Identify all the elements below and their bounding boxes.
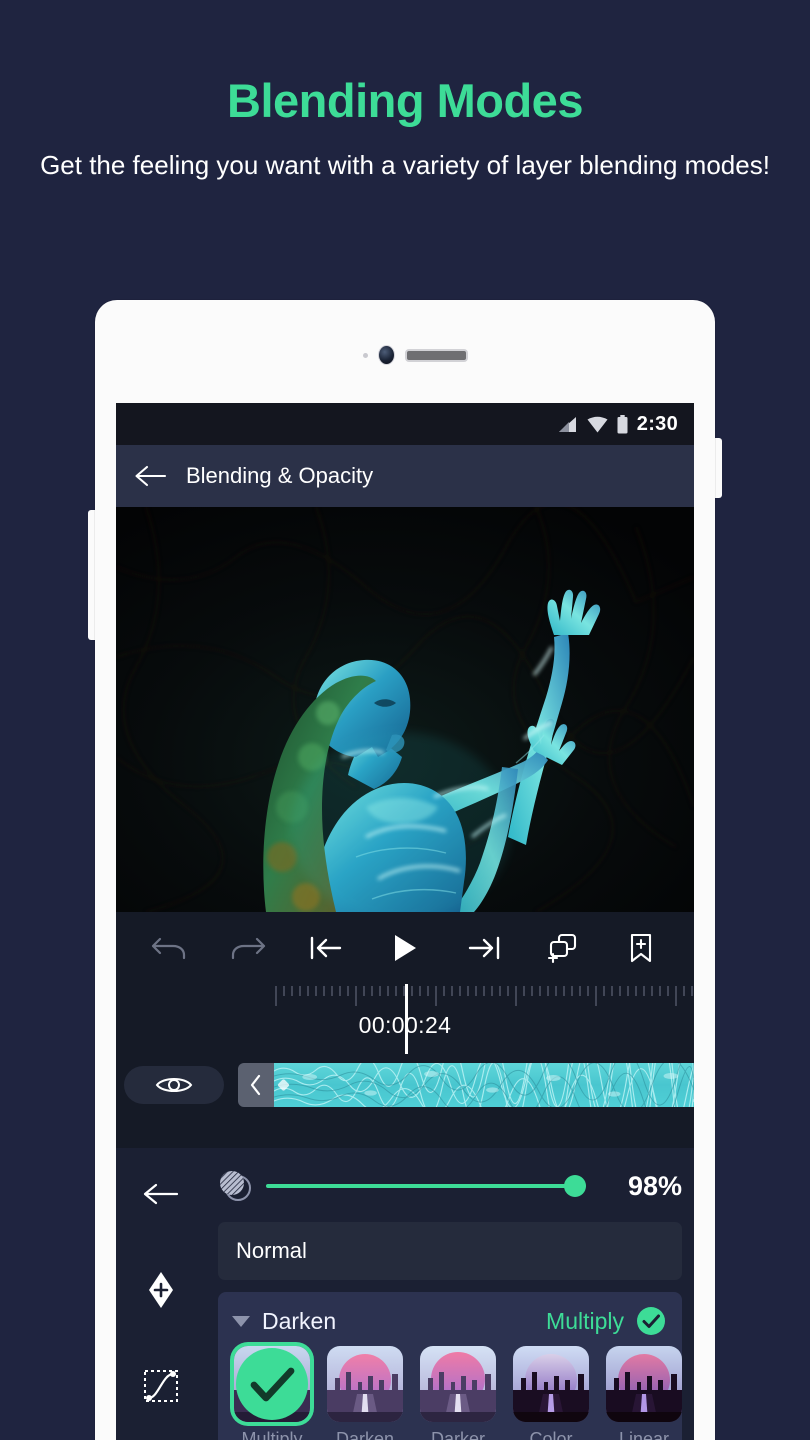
front-camera-icon (378, 345, 395, 365)
page-subtitle: Get the feeling you want with a variety … (40, 150, 770, 181)
earpiece-speaker-icon (405, 349, 468, 362)
battery-icon (617, 414, 628, 433)
opacity-slider[interactable] (266, 1175, 586, 1197)
phone-top-bezel (95, 300, 715, 403)
status-bar-clock: 2:30 (636, 412, 678, 435)
duplicate-add-icon (548, 933, 577, 964)
clip-thumbnail-water (274, 1063, 694, 1107)
city-thumbnail (327, 1346, 403, 1422)
current-blend-mode-field[interactable]: Normal (218, 1222, 682, 1280)
group-name-label: Darken (262, 1307, 337, 1334)
play-button[interactable] (379, 924, 431, 972)
video-preview[interactable] (116, 507, 694, 912)
eye-icon (155, 1078, 193, 1092)
duplicate-layer-button[interactable] (536, 924, 588, 972)
status-bar: 2:30 (116, 403, 694, 445)
chevron-left-icon (250, 1074, 261, 1096)
app-bar-title: Blending & Opacity (186, 463, 374, 488)
add-keyframe-button[interactable] (137, 1268, 185, 1312)
redo-button[interactable] (222, 924, 274, 972)
skip-end-icon (468, 936, 499, 960)
thumbnail-image (234, 1346, 310, 1422)
thumbnail-image (420, 1346, 496, 1422)
opacity-value: 98% (627, 1170, 682, 1201)
city-thumbnail (420, 1346, 496, 1422)
panel-back-button[interactable] (137, 1172, 185, 1216)
back-arrow-icon (143, 1183, 179, 1205)
blend-mode-label: Darken (335, 1429, 395, 1440)
blend-mode-label: Linear Bu (618, 1429, 670, 1440)
skip-to-start-button[interactable] (300, 924, 352, 972)
blend-mode-item-darken[interactable]: Darken (327, 1346, 403, 1440)
blend-mode-item-linear-burn[interactable]: Linear Bu (606, 1346, 682, 1440)
app-bar: Blending & Opacity (116, 445, 694, 507)
panel-side-rail (116, 1148, 206, 1440)
thumbnail-image (327, 1346, 403, 1422)
blend-mode-item-color-burn[interactable]: Color Burn (513, 1346, 589, 1440)
keyframe-diamond-plus-icon (149, 1272, 173, 1308)
preview-frame-image (116, 507, 694, 912)
play-icon (394, 935, 416, 961)
blend-mode-label: Color Burn (529, 1429, 573, 1440)
redo-icon (231, 937, 265, 960)
blend-mode-item-multiply[interactable]: Multiply (234, 1346, 310, 1440)
proximity-sensor-icon (363, 353, 368, 358)
video-clip[interactable] (274, 1063, 694, 1107)
skip-start-icon (311, 936, 342, 960)
playback-toolbar (116, 912, 694, 984)
clip-left-handle[interactable] (238, 1063, 274, 1107)
skip-to-end-button[interactable] (458, 924, 510, 972)
timeline-ruler[interactable]: 00:00:24 (116, 984, 694, 1054)
thumbnail-image (606, 1346, 682, 1422)
promo-screenshot: Blending Modes Get the feeling you want … (0, 0, 810, 1440)
phone-mockup: 2:30 Blending & Opacity 98% Normal Darke… (95, 300, 715, 1440)
easing-curve-button[interactable] (137, 1364, 185, 1408)
blend-mode-group-darken: Darken Multiply Multiply Darken Darker C… (218, 1292, 682, 1440)
bookmark-button[interactable] (615, 924, 667, 972)
playhead[interactable] (405, 984, 408, 1054)
city-thumbnail (513, 1346, 589, 1422)
page-title: Blending Modes (227, 74, 583, 127)
timeline-track-row (116, 1054, 694, 1116)
opacity-slider-track (266, 1184, 586, 1188)
signal-icon (558, 416, 576, 432)
blend-mode-label: Multiply (241, 1429, 303, 1440)
promo-header: Blending Modes Get the feeling you want … (0, 0, 810, 184)
city-thumbnail (606, 1346, 682, 1422)
layer-visibility-toggle[interactable] (124, 1066, 224, 1104)
opacity-row: 98% (218, 1160, 682, 1212)
timeline-empty-track (116, 1116, 694, 1148)
panel-body: 98% Normal Darken Multiply Multiply Dark… (206, 1148, 694, 1440)
app-screen: 2:30 Blending & Opacity 98% Normal Darke… (116, 403, 694, 1440)
blending-panel: 98% Normal Darken Multiply Multiply Dark… (116, 1148, 694, 1440)
opacity-icon[interactable] (218, 1169, 252, 1203)
group-selected-mode-label: Multiply (546, 1307, 624, 1334)
undo-button[interactable] (143, 924, 195, 972)
blend-mode-label: Darker Color (430, 1429, 485, 1440)
back-arrow-icon[interactable] (134, 464, 167, 488)
undo-icon (152, 937, 186, 960)
blend-mode-thumbnails: Multiply Darken Darker Color Linear (218, 1340, 682, 1440)
easing-curve-icon (144, 1370, 178, 1402)
opacity-slider-knob[interactable] (564, 1175, 586, 1197)
caret-down-icon[interactable] (232, 1315, 250, 1327)
selected-check-icon (236, 1348, 308, 1420)
group-header[interactable]: Darken Multiply (218, 1302, 682, 1340)
check-circle-icon (637, 1307, 665, 1335)
wifi-icon (587, 416, 608, 432)
current-blend-mode-label: Normal (236, 1238, 307, 1263)
thumbnail-image (513, 1346, 589, 1422)
bookmark-add-icon (630, 933, 651, 963)
blend-mode-item-darker-color[interactable]: Darker Color (420, 1346, 496, 1440)
